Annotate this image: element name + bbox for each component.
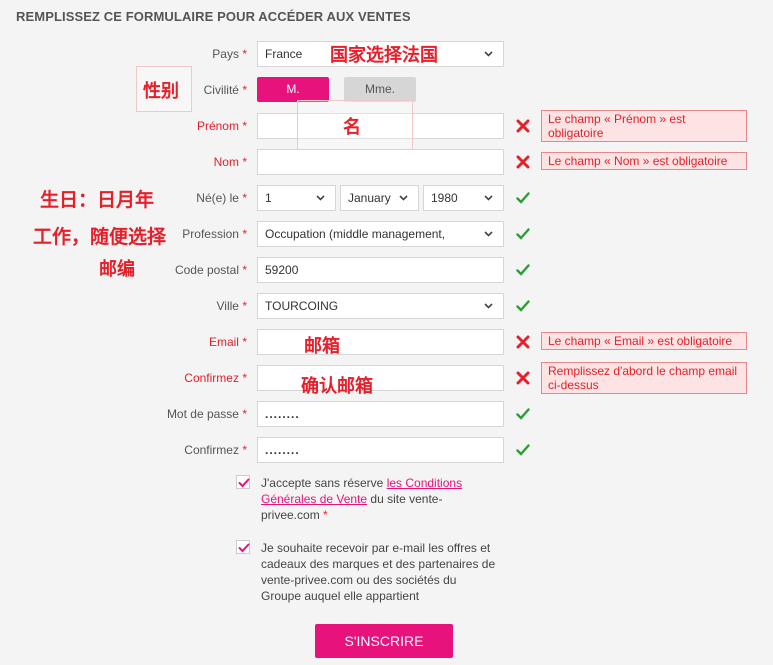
- email-confirm-error: Remplissez d'abord le champ email ci-des…: [541, 362, 747, 394]
- email-input[interactable]: [257, 329, 504, 355]
- firstname-error: Le champ « Prénom » est obligatoire: [541, 110, 747, 142]
- checkmark-icon: [238, 478, 250, 488]
- lastname-row: Nom * Le champ « Nom » est obligatoire: [0, 149, 773, 175]
- city-label: Ville *: [216, 299, 247, 313]
- postal-code-input[interactable]: [257, 257, 504, 283]
- birth-year-select[interactable]: 1980: [423, 185, 504, 211]
- email-confirm-input[interactable]: [257, 365, 504, 391]
- birth-day-select[interactable]: 1: [257, 185, 336, 211]
- password-input[interactable]: ........: [257, 401, 504, 427]
- error-x-icon: [516, 155, 530, 169]
- civility-female-button[interactable]: Mme.: [344, 77, 416, 102]
- error-x-icon: [516, 335, 530, 349]
- civility-label: Civilité *: [203, 83, 247, 97]
- email-error: Le champ « Email » est obligatoire: [541, 332, 747, 350]
- annotation-birthday: 生日：日月年: [40, 189, 155, 211]
- email-label: Email *: [208, 335, 247, 349]
- email-confirm-row: Confirmez * Remplissez d'abord le champ …: [0, 362, 773, 394]
- checkmark-icon: [238, 543, 250, 553]
- chevron-down-icon: [484, 303, 493, 309]
- lastname-label: Nom *: [213, 155, 247, 169]
- city-row: Ville * TOURCOING: [0, 293, 773, 319]
- city-select[interactable]: TOURCOING: [257, 293, 504, 319]
- checkmark-icon: [516, 300, 530, 312]
- firstname-label: Prénom *: [196, 119, 247, 133]
- annotation-job: 工作，随便选择: [33, 226, 167, 248]
- country-label: Pays *: [212, 47, 247, 61]
- terms-text: J'accepte sans réserve les Conditions Gé…: [261, 476, 463, 522]
- email-confirm-label: Confirmez *: [184, 371, 247, 385]
- chevron-down-icon: [316, 195, 325, 201]
- chevron-down-icon: [484, 231, 493, 237]
- profession-label: Profession *: [182, 227, 247, 241]
- email-row: Email * Le champ « Email » est obligatoi…: [0, 329, 773, 355]
- newsletter-checkbox[interactable]: [236, 540, 250, 554]
- page-title: REMPLISSEZ CE FORMULAIRE POUR ACCÉDER AU…: [16, 9, 411, 24]
- newsletter-text: Je souhaite recevoir par e-mail les offr…: [261, 541, 496, 603]
- password-confirm-input[interactable]: ........: [257, 437, 504, 463]
- profession-select[interactable]: Occupation (middle management,: [257, 221, 504, 247]
- password-label: Mot de passe *: [166, 407, 247, 421]
- checkmark-icon: [516, 192, 530, 204]
- lastname-input[interactable]: [257, 149, 504, 175]
- lastname-error: Le champ « Nom » est obligatoire: [541, 152, 747, 170]
- submit-button[interactable]: S'INSCRIRE: [315, 624, 453, 658]
- chevron-down-icon: [484, 195, 493, 201]
- birth-month-select[interactable]: January: [340, 185, 419, 211]
- annotation-confirm-email: 确认邮箱: [301, 376, 373, 397]
- annotation-country: 国家选择法国: [330, 45, 438, 66]
- postal-code-label: Code postal *: [174, 263, 247, 277]
- error-x-icon: [516, 371, 530, 385]
- annotation-postcode: 邮编: [99, 259, 135, 280]
- annotation-email: 邮箱: [304, 336, 340, 357]
- birthdate-label: Né(e) le *: [196, 191, 247, 205]
- checkmark-icon: [516, 444, 530, 456]
- password-row: Mot de passe * ........: [0, 401, 773, 427]
- password-confirm-row: Confirmez * ........: [0, 437, 773, 463]
- annotation-firstname: 名: [343, 117, 361, 138]
- chevron-down-icon: [484, 51, 493, 57]
- annotation-gender: 性别: [143, 81, 179, 102]
- checkmark-icon: [516, 228, 530, 240]
- checkmark-icon: [516, 408, 530, 420]
- password-confirm-label: Confirmez *: [184, 443, 247, 457]
- chevron-down-icon: [399, 195, 408, 201]
- error-x-icon: [516, 119, 530, 133]
- checkmark-icon: [516, 264, 530, 276]
- civility-male-button[interactable]: M.: [257, 77, 329, 102]
- terms-checkbox[interactable]: [236, 475, 250, 489]
